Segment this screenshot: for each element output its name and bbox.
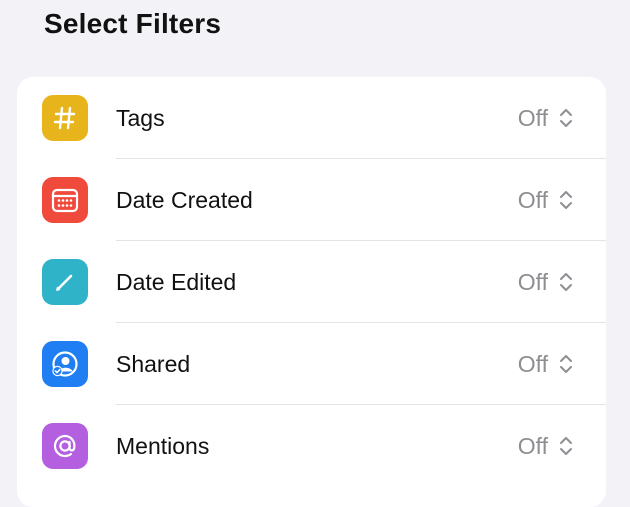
filter-label: Mentions (116, 433, 210, 459)
filter-row-shared[interactable]: Shared Off (17, 323, 606, 405)
chevron-up-down-icon (560, 191, 572, 209)
filter-label: Date Edited (116, 269, 237, 295)
filter-row-tags[interactable]: Tags Off (17, 77, 606, 159)
filter-row-date-created[interactable]: Date Created Off (17, 159, 606, 241)
filter-label: Shared (116, 351, 191, 377)
calendar-icon (42, 177, 88, 223)
filter-label: Date Created (116, 187, 253, 213)
filter-value: Off (517, 187, 548, 213)
pencil-icon (42, 259, 88, 305)
filters-card: Tags Off Date Created Off Date Edited Of… (17, 77, 606, 507)
at-sign-icon (42, 423, 88, 469)
chevron-up-down-icon (560, 437, 572, 455)
filter-label: Tags (116, 105, 165, 131)
shared-person-icon (42, 341, 88, 387)
filter-value: Off (517, 269, 548, 295)
chevron-up-down-icon (560, 273, 572, 291)
filter-value: Off (517, 105, 548, 131)
filter-value: Off (517, 351, 548, 377)
filter-value: Off (517, 433, 548, 459)
hashtag-icon (42, 95, 88, 141)
page-title: Select Filters (44, 8, 222, 39)
filter-row-date-edited[interactable]: Date Edited Off (17, 241, 606, 323)
filter-row-mentions[interactable]: Mentions Off (17, 405, 606, 487)
chevron-up-down-icon (560, 109, 572, 127)
chevron-up-down-icon (560, 355, 572, 373)
